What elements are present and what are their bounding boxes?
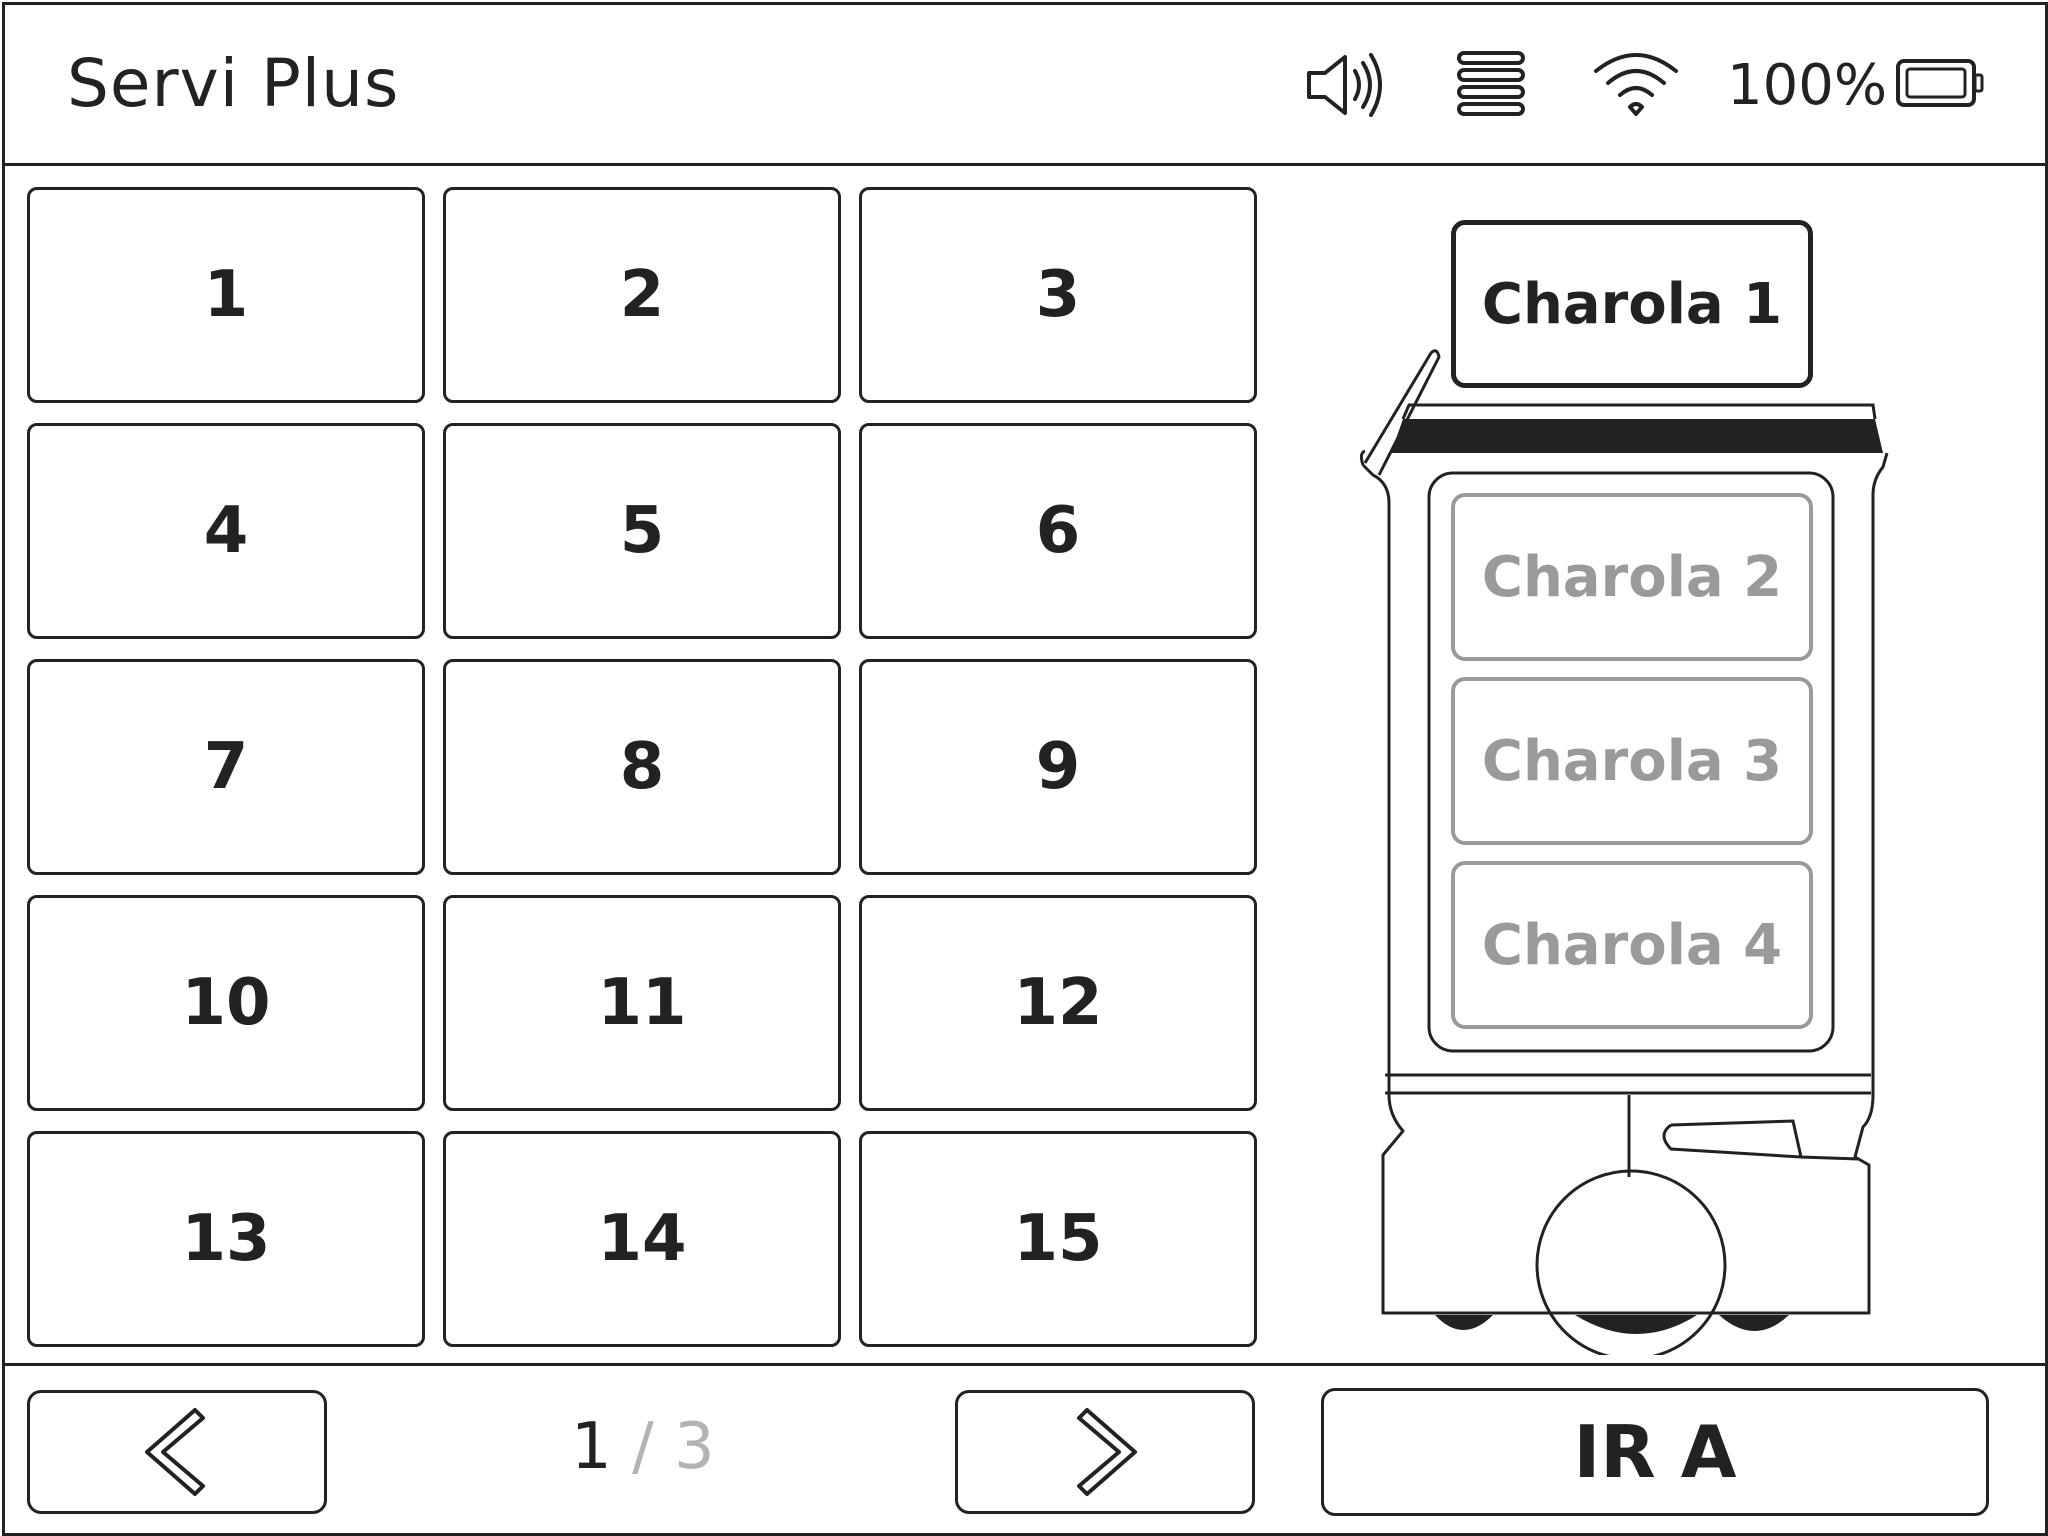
menu-lines-icon[interactable] xyxy=(1455,47,1527,128)
chevron-left-icon xyxy=(145,1408,205,1496)
table-button[interactable]: 14 xyxy=(443,1131,841,1347)
tray-button[interactable]: Charola 3 xyxy=(1451,677,1813,845)
go-button[interactable]: IR A xyxy=(1321,1388,1989,1516)
table-button[interactable]: 9 xyxy=(859,659,1257,875)
table-button[interactable]: 2 xyxy=(443,187,841,403)
tray-button[interactable]: Charola 4 xyxy=(1451,861,1813,1029)
wifi-icon[interactable] xyxy=(1590,47,1682,128)
table-button[interactable]: 7 xyxy=(27,659,425,875)
prev-page-button[interactable] xyxy=(27,1390,327,1514)
table-button[interactable]: 10 xyxy=(27,895,425,1111)
table-button[interactable]: 4 xyxy=(27,423,425,639)
chevron-right-icon xyxy=(1077,1408,1137,1496)
table-button[interactable]: 3 xyxy=(859,187,1257,403)
tray-button[interactable]: Charola 2 xyxy=(1451,493,1813,661)
robot-tray-selector: Charola 1 Charola 2 Charola 3 Charola 4 xyxy=(1355,205,1895,1355)
next-page-button[interactable] xyxy=(955,1390,1255,1514)
table-button[interactable]: 5 xyxy=(443,423,841,639)
bottom-bar: 1 / 3 IR A xyxy=(5,1363,2045,1536)
table-button[interactable]: 13 xyxy=(27,1131,425,1347)
page-separator: / xyxy=(632,1410,654,1484)
tray-button-selected[interactable]: Charola 1 xyxy=(1451,220,1813,388)
table-button[interactable]: 8 xyxy=(443,659,841,875)
battery-icon xyxy=(1895,55,1985,116)
app-title: Servi Plus xyxy=(67,45,400,122)
speaker-icon[interactable] xyxy=(1305,47,1389,128)
page-total: 3 xyxy=(673,1410,715,1484)
page-current: 1 xyxy=(571,1410,612,1484)
app-window: Servi Plus 100% 1 2 3 4 5 6 7 8 9 10 11 … xyxy=(2,2,2048,1536)
table-button[interactable]: 12 xyxy=(859,895,1257,1111)
table-button[interactable]: 1 xyxy=(27,187,425,403)
table-button[interactable]: 15 xyxy=(859,1131,1257,1347)
table-button[interactable]: 11 xyxy=(443,895,841,1111)
status-bar: Servi Plus 100% xyxy=(5,5,2045,166)
page-indicator: 1 / 3 xyxy=(571,1410,715,1484)
battery-percent: 100% xyxy=(1727,53,1888,118)
table-button[interactable]: 6 xyxy=(859,423,1257,639)
